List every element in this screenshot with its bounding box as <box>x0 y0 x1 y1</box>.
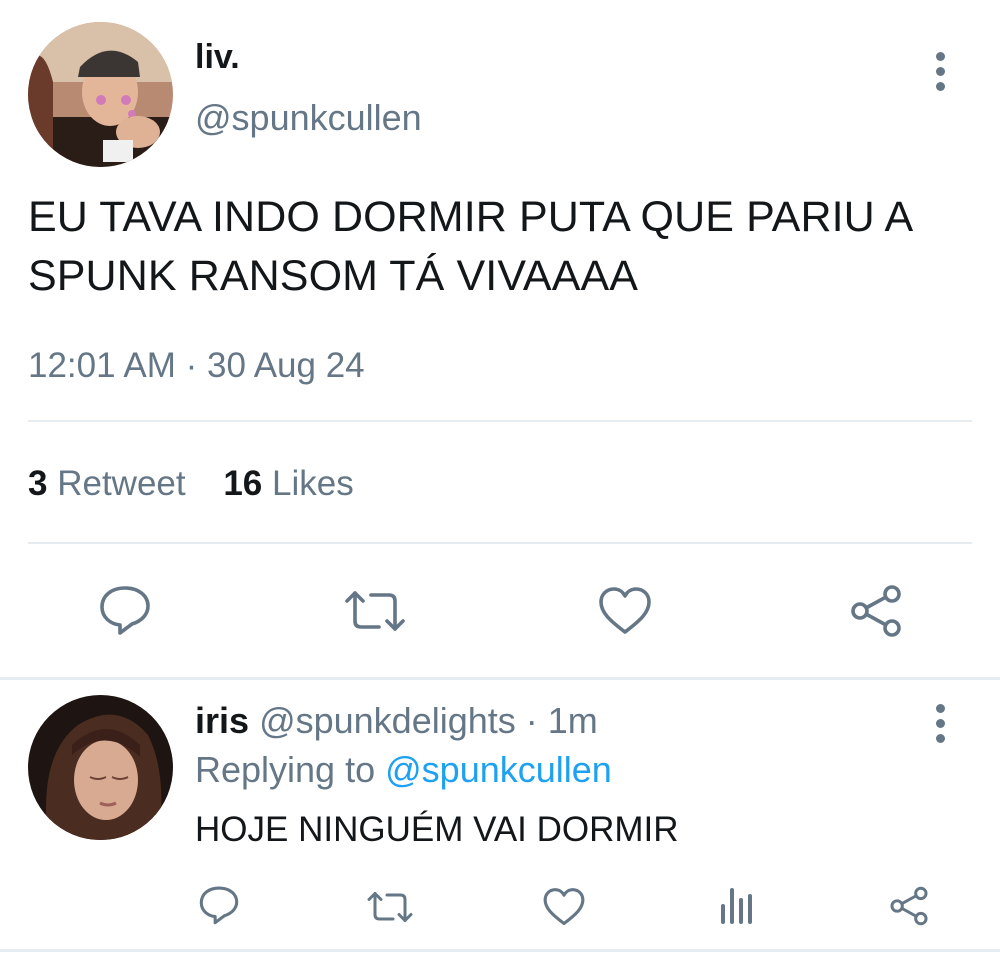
reply-avatar-image <box>28 695 173 840</box>
analytics-icon[interactable] <box>719 886 755 926</box>
author-avatar[interactable] <box>28 22 173 167</box>
replying-to-prefix: Replying to <box>195 749 376 790</box>
replying-to: Replying to @spunkcullen <box>195 749 612 791</box>
tweet-text-line-1: EU TAVA INDO DORMIR PUTA QUE PARIU A <box>28 193 914 241</box>
reply-icon[interactable] <box>98 584 152 636</box>
reply-display-name[interactable]: iris <box>195 700 249 741</box>
reply-reply-icon[interactable] <box>198 885 240 925</box>
share-icon[interactable] <box>848 584 904 638</box>
retweet-label: Retweet <box>57 464 186 503</box>
reply-heart-icon[interactable] <box>542 887 586 927</box>
reply-more-icon[interactable] <box>936 704 946 749</box>
tweet-stats: 3 Retweet 16 Likes <box>28 464 354 504</box>
tweet-text-line-2: SPUNK RANSOM TÁ VIVAAAA <box>28 252 639 300</box>
reply-share-icon[interactable] <box>888 886 930 926</box>
author-display-name[interactable]: liv. <box>195 38 240 77</box>
tweet-text: EU TAVA INDO DORMIR PUTA QUE PARIU A SPU… <box>28 188 988 306</box>
divider <box>28 542 972 544</box>
replying-to-handle[interactable]: @spunkcullen <box>385 749 612 790</box>
like-stat[interactable]: 16 Likes <box>223 464 353 503</box>
reply-handle[interactable]: @spunkdelights <box>259 700 516 741</box>
divider <box>28 420 972 422</box>
tweet-timestamp[interactable]: 12:01 AM · 30 Aug 24 <box>28 346 365 386</box>
retweet-count: 3 <box>28 464 48 503</box>
reply-header: iris @spunkdelights · 1m <box>195 700 598 742</box>
like-count: 16 <box>223 464 263 503</box>
heart-icon[interactable] <box>597 586 653 636</box>
retweet-stat[interactable]: 3 Retweet <box>28 464 195 503</box>
author-handle[interactable]: @spunkcullen <box>195 97 422 139</box>
reply-avatar[interactable] <box>28 695 173 840</box>
reply-text: HOJE NINGUÉM VAI DORMIR <box>195 810 679 849</box>
more-icon[interactable] <box>936 52 946 97</box>
divider <box>0 677 1000 680</box>
reply-time[interactable]: · 1m <box>526 700 598 741</box>
reply-retweet-icon[interactable] <box>366 890 414 924</box>
retweet-icon[interactable] <box>343 589 407 633</box>
author-avatar-image <box>28 22 173 167</box>
divider <box>0 949 1000 952</box>
like-label: Likes <box>272 464 354 503</box>
